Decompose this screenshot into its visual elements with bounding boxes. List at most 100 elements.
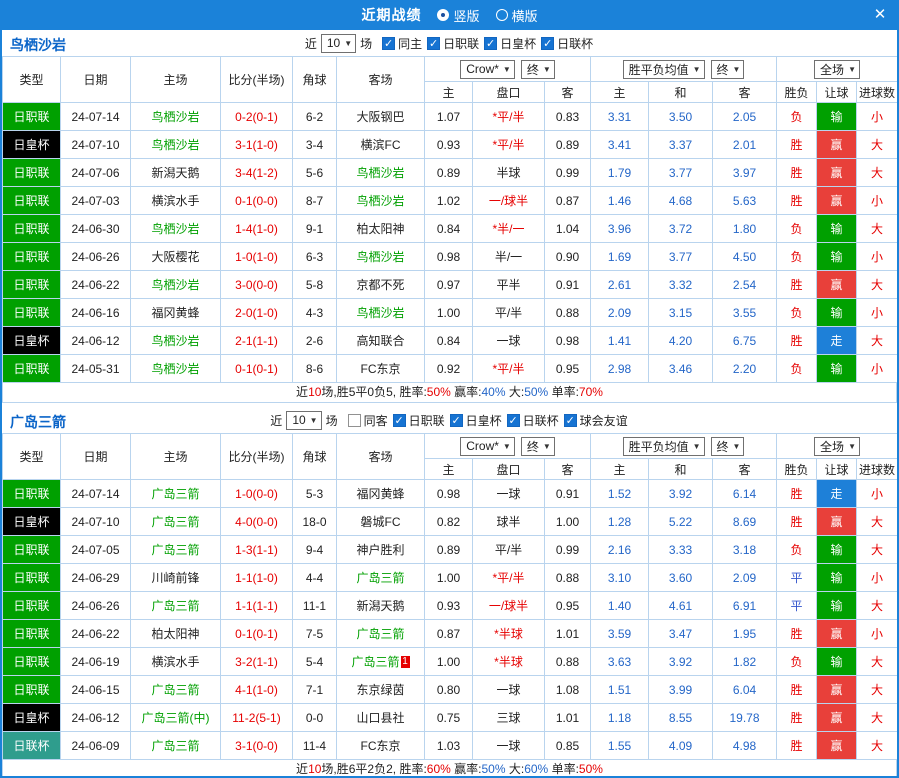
summary-segment: 近 xyxy=(296,762,308,776)
score: 4-1(1-0) xyxy=(221,676,293,704)
avg-stage-select[interactable]: 终▼ xyxy=(711,437,745,456)
home-team: 广岛三箭 xyxy=(131,480,221,508)
home-team: 广岛三箭 xyxy=(131,536,221,564)
col-odds-home: 主 xyxy=(425,459,473,480)
away-team: 柏太阳神 xyxy=(337,215,425,243)
avg-lose-odds: 4.98 xyxy=(713,732,777,760)
avg-stage-value: 终 xyxy=(717,438,729,455)
summary-segment: 60% xyxy=(524,762,548,776)
bookmaker-select[interactable]: Crow*▼ xyxy=(460,437,515,456)
chevron-down-icon: ▼ xyxy=(733,442,741,451)
avg-win-odds: 1.18 xyxy=(591,704,649,732)
layout-radio-vertical[interactable]: 竖版 xyxy=(437,6,479,25)
league-badge: 日职联 xyxy=(3,187,61,215)
scope-select[interactable]: 全场▼ xyxy=(814,437,860,456)
chevron-down-icon: ▼ xyxy=(693,442,701,451)
summary-segment: 胜率: xyxy=(399,762,426,776)
match-row: 日皇杯24-07-10广岛三箭4-0(0-0)18-0磐城FC0.82球半1.0… xyxy=(3,508,898,536)
odds-stage-select[interactable]: 终▼ xyxy=(521,60,555,79)
match-row: 日职联24-06-15广岛三箭4-1(1-0)7-1东京绿茵0.80一球1.08… xyxy=(3,676,898,704)
checkbox-日皇杯[interactable]: ✓ xyxy=(484,37,497,50)
col-handicap-result: 让球 xyxy=(817,459,857,480)
match-date: 24-06-29 xyxy=(61,564,131,592)
league-badge: 日职联 xyxy=(3,620,61,648)
summary-segment: 10 xyxy=(308,762,321,776)
goals-text: 小 xyxy=(857,187,898,215)
col-avg-draw: 和 xyxy=(649,82,713,103)
home-team: 川崎前锋 xyxy=(131,564,221,592)
avg-lose-odds: 8.69 xyxy=(713,508,777,536)
close-icon[interactable]: ✕ xyxy=(869,4,891,26)
result-text: 负 xyxy=(777,648,817,676)
corner-count: 2-6 xyxy=(293,327,337,355)
home-team: 鸟栖沙岩 xyxy=(131,271,221,299)
team-label: FC东京 xyxy=(361,739,401,753)
corner-count: 9-1 xyxy=(293,215,337,243)
result-text: 胜 xyxy=(777,187,817,215)
checkbox-日职联[interactable]: ✓ xyxy=(393,414,406,427)
handicap-odds-home: 0.84 xyxy=(425,327,473,355)
corner-count: 4-4 xyxy=(293,564,337,592)
result-text: 胜 xyxy=(777,676,817,704)
summary-segment: 胜率: xyxy=(399,385,426,399)
handicap-result-badge: 输 xyxy=(817,103,857,131)
layout-radio-horizontal[interactable]: 横版 xyxy=(496,6,538,25)
goals-text: 大 xyxy=(857,676,898,704)
handicap-odds-away: 0.89 xyxy=(545,131,591,159)
away-team: 鸟栖沙岩 xyxy=(337,299,425,327)
goals-text: 大 xyxy=(857,648,898,676)
avg-win-odds: 2.09 xyxy=(591,299,649,327)
checkbox-同主[interactable]: ✓ xyxy=(382,37,395,50)
col-avg-lose: 客 xyxy=(713,82,777,103)
checkbox-球会友谊[interactable]: ✓ xyxy=(564,414,577,427)
score: 2-1(1-1) xyxy=(221,327,293,355)
score: 3-1(0-0) xyxy=(221,732,293,760)
match-date: 24-06-30 xyxy=(61,215,131,243)
bookmaker-select[interactable]: Crow*▼ xyxy=(460,60,515,79)
checkbox-label: 球会友谊 xyxy=(580,412,628,429)
checkbox-label: 日皇杯 xyxy=(500,35,536,52)
team-label: 大阪钢巴 xyxy=(356,110,404,124)
checkbox-同客[interactable] xyxy=(348,414,361,427)
checkbox-日联杯[interactable]: ✓ xyxy=(541,37,554,50)
avg-win-odds: 1.28 xyxy=(591,508,649,536)
avg-select[interactable]: 胜平负均值▼ xyxy=(623,437,705,456)
scope-value: 全场 xyxy=(820,61,844,78)
avg-select[interactable]: 胜平负均值▼ xyxy=(623,60,705,79)
handicap-line: 半/一 xyxy=(473,243,545,271)
goals-text: 大 xyxy=(857,508,898,536)
score: 0-2(0-1) xyxy=(221,103,293,131)
section-top: 广岛三箭 近 10 ▼ 场 同客✓日职联✓日皇杯✓日联杯✓球会友谊 xyxy=(2,407,897,433)
avg-draw-odds: 3.92 xyxy=(649,648,713,676)
team-label: 磐城FC xyxy=(361,515,401,529)
league-badge: 日皇杯 xyxy=(3,508,61,536)
score: 2-0(1-0) xyxy=(221,299,293,327)
match-date: 24-06-09 xyxy=(61,732,131,760)
col-type: 类型 xyxy=(3,57,61,103)
chevron-down-icon: ▼ xyxy=(733,65,741,74)
avg-stage-select[interactable]: 终▼ xyxy=(711,60,745,79)
match-date: 24-05-31 xyxy=(61,355,131,383)
home-team: 横滨水手 xyxy=(131,187,221,215)
league-badge: 日皇杯 xyxy=(3,704,61,732)
goals-text: 大 xyxy=(857,271,898,299)
odds-stage-select[interactable]: 终▼ xyxy=(521,437,555,456)
odds-stage-value: 终 xyxy=(527,438,539,455)
checkbox-日联杯[interactable]: ✓ xyxy=(507,414,520,427)
checkbox-日皇杯[interactable]: ✓ xyxy=(450,414,463,427)
recent-count-select[interactable]: 10 ▼ xyxy=(286,411,321,430)
handicap-result-badge: 走 xyxy=(817,480,857,508)
checkbox-日职联[interactable]: ✓ xyxy=(427,37,440,50)
scope-select[interactable]: 全场▼ xyxy=(814,60,860,79)
handicap-line: *平/半 xyxy=(473,131,545,159)
team-label: 川崎前锋 xyxy=(151,571,199,585)
corner-count: 3-4 xyxy=(293,131,337,159)
league-badge: 日职联 xyxy=(3,536,61,564)
match-date: 24-06-12 xyxy=(61,704,131,732)
match-date: 24-06-22 xyxy=(61,620,131,648)
result-text: 胜 xyxy=(777,732,817,760)
col-score: 比分(半场) xyxy=(221,57,293,103)
avg-draw-odds: 4.61 xyxy=(649,592,713,620)
avg-win-odds: 2.61 xyxy=(591,271,649,299)
recent-count-select[interactable]: 10 ▼ xyxy=(321,34,356,53)
